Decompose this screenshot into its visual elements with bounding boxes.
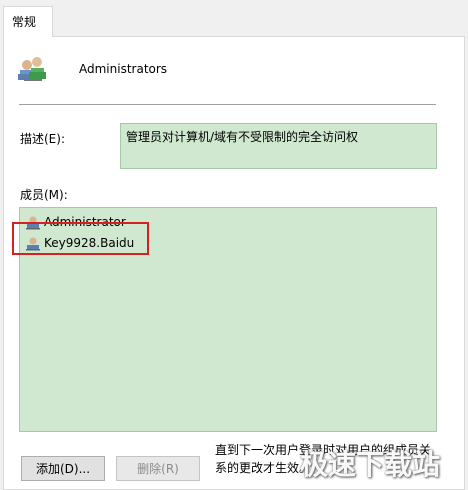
members-label: 成员(M): bbox=[20, 188, 68, 202]
remove-button[interactable]: 删除(R) bbox=[116, 456, 200, 481]
highlight-box bbox=[12, 222, 149, 255]
description-value: 管理员对计算机/域有不受限制的完全访问权 bbox=[126, 130, 359, 144]
description-label: 描述(E): bbox=[20, 132, 65, 146]
description-field[interactable]: 管理员对计算机/域有不受限制的完全访问权 bbox=[120, 123, 437, 169]
users-group-icon bbox=[16, 52, 48, 87]
group-name: Administrators bbox=[79, 62, 168, 76]
tab-strip: 常规 bbox=[0, 0, 468, 37]
tab-general[interactable]: 常规 bbox=[3, 6, 53, 37]
add-button[interactable]: 添加(D)... bbox=[21, 456, 105, 481]
separator bbox=[19, 104, 436, 105]
tab-general-label: 常规 bbox=[12, 15, 37, 29]
watermark-logo: 极速下载站 bbox=[300, 448, 441, 481]
